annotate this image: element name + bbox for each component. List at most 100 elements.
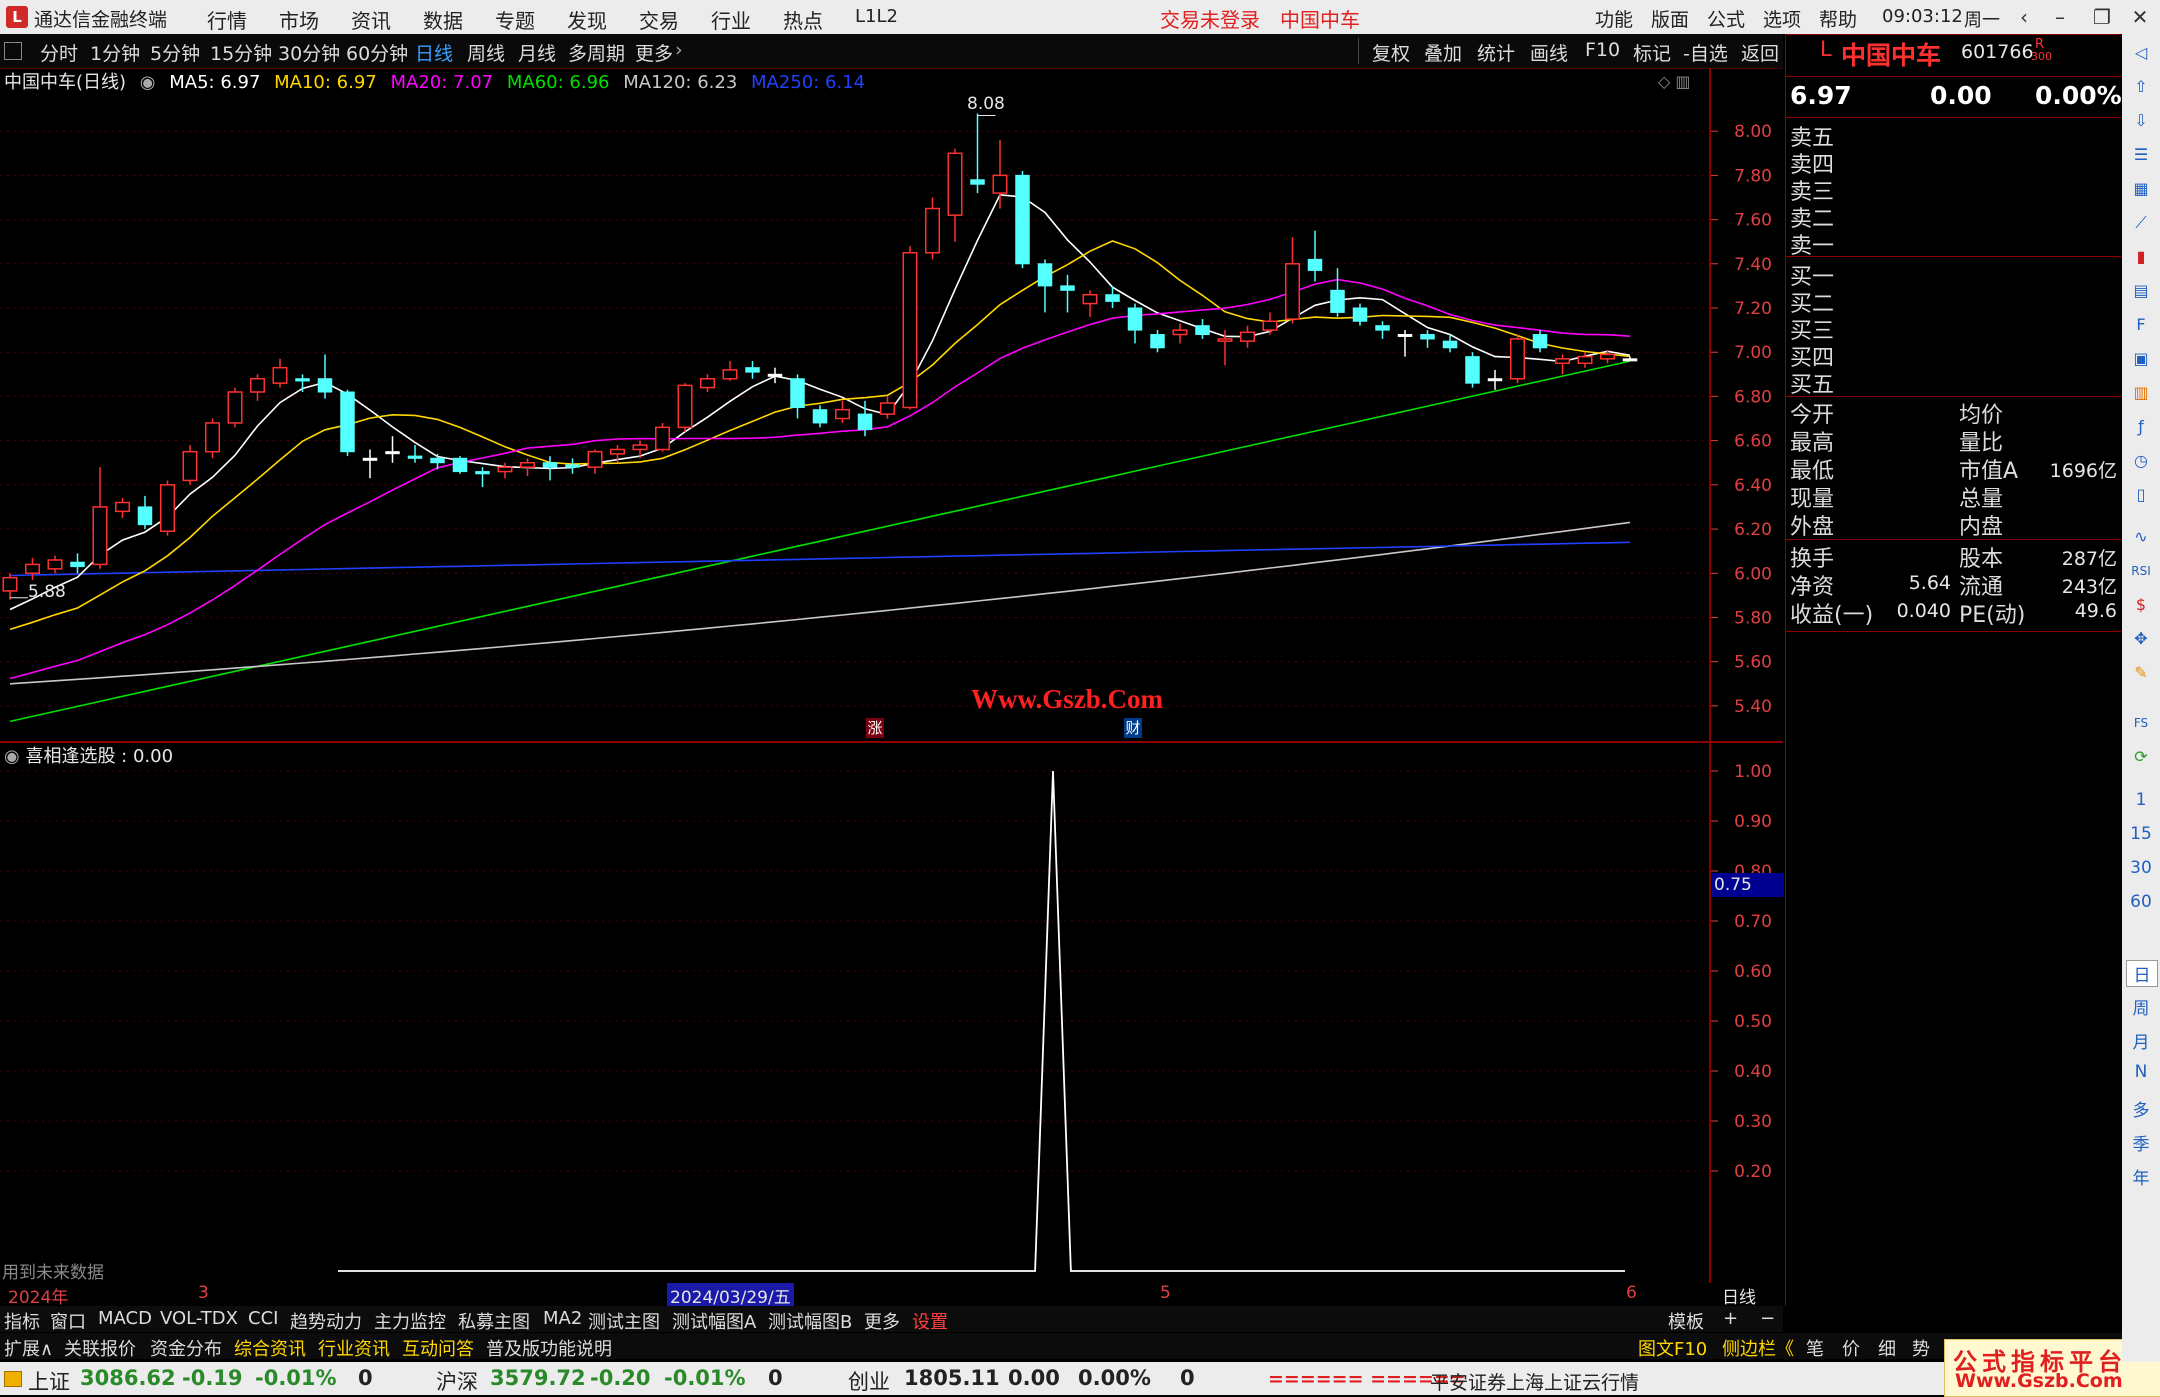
period-intraday[interactable]: 分时 — [40, 39, 78, 66]
toolbar-draw[interactable]: 画线 — [1530, 39, 1568, 66]
period-5min[interactable]: 5分钟 — [150, 39, 200, 66]
period-multi[interactable]: 多周期 — [568, 39, 625, 66]
f10-icon[interactable]: F — [2126, 312, 2156, 338]
index-hs-name[interactable]: 沪深 — [436, 1366, 478, 1396]
menu-item-hot[interactable]: 热点 — [783, 5, 823, 34]
vt-period-season[interactable]: 季 — [2126, 1130, 2156, 1155]
menu-item-industry[interactable]: 行业 — [711, 5, 751, 34]
toolbar-f10[interactable]: F10 — [1585, 39, 1620, 61]
menu-item-help[interactable]: 帮助 — [1819, 5, 1857, 32]
vt-period-month[interactable]: 月 — [2126, 1028, 2156, 1053]
menu-item-news[interactable]: 资讯 — [351, 5, 391, 34]
remove-window-button[interactable]: − — [1760, 1308, 1775, 1329]
tab-related-quotes[interactable]: 关联报价 — [64, 1335, 136, 1361]
tab-fund-distribution[interactable]: 资金分布 — [150, 1335, 222, 1361]
menu-item-quotes[interactable]: 行情 — [207, 5, 247, 34]
toolbar-mark[interactable]: 标记 — [1633, 39, 1671, 66]
menu-item-function[interactable]: 功能 — [1595, 5, 1633, 32]
vt-period-60[interactable]: 60 — [2126, 892, 2156, 912]
close-icon[interactable]: ✕ — [2124, 3, 2156, 31]
tab-feature-guide[interactable]: 普及版功能说明 — [486, 1335, 612, 1361]
event-marker-limit-up[interactable]: 涨 — [866, 718, 884, 738]
vt-period-multi[interactable]: 多 — [2126, 1096, 2156, 1121]
tab-expand[interactable]: 扩展∧ — [4, 1335, 53, 1361]
tab-macd[interactable]: MACD — [98, 1308, 152, 1329]
list-icon[interactable]: ☰ — [2126, 142, 2156, 168]
tab-window[interactable]: 窗口 — [50, 1308, 86, 1334]
refresh-icon[interactable]: ⟳ — [2126, 744, 2156, 770]
arrow-up-icon[interactable]: ⇧ — [2126, 74, 2156, 100]
menu-item-discover[interactable]: 发现 — [567, 5, 607, 34]
arrow-down-icon[interactable]: ⇩ — [2126, 108, 2156, 134]
rsi-icon[interactable]: RSI — [2126, 558, 2156, 584]
tab-f10-graphic[interactable]: 图文F10 — [1638, 1335, 1707, 1361]
candlestick-chart[interactable]: 8.00 7.80 7.60 7.40 7.20 7.00 6.80 6.60 6.40 6.20… — [0, 68, 1783, 743]
period-1min[interactable]: 1分钟 — [90, 39, 140, 66]
menu-item-formula[interactable]: 公式 — [1707, 5, 1745, 32]
toolbar-remove-watchlist[interactable]: -自选 — [1683, 39, 1728, 66]
chart-expand-icon[interactable]: ◇ ▥ — [1658, 72, 1691, 91]
menu-item-data[interactable]: 数据 — [423, 5, 463, 34]
menu-item-market[interactable]: 市场 — [279, 5, 319, 34]
tab-vol-tdx[interactable]: VOL-TDX — [160, 1308, 238, 1329]
period-15min[interactable]: 15分钟 — [210, 39, 272, 66]
menu-item-layout[interactable]: 版面 — [1651, 5, 1689, 32]
vt-period-n[interactable]: N — [2126, 1062, 2156, 1082]
move-icon[interactable]: ✥ — [2126, 626, 2156, 652]
tab-settings[interactable]: 设置 — [912, 1308, 948, 1334]
event-marker-finance[interactable]: 财 — [1124, 718, 1142, 738]
grid-icon[interactable]: ▦ — [2126, 176, 2156, 202]
indicator-chart[interactable]: 1.000.900.800.700.600.500.400.300.20 — [0, 741, 1783, 1283]
tab-test-main[interactable]: 测试主图 — [588, 1308, 660, 1334]
status-menu-icon[interactable] — [4, 1371, 22, 1387]
collapse-icon[interactable]: ◁ — [2126, 40, 2156, 66]
tab-cci[interactable]: CCI — [248, 1308, 278, 1329]
tab-ma2[interactable]: MA2 — [543, 1308, 582, 1329]
sidebar-toggle-icon[interactable] — [4, 42, 22, 60]
tab-indicator[interactable]: 指标 — [4, 1308, 40, 1334]
vt-period-1[interactable]: 1 — [2126, 790, 2156, 810]
tab-more[interactable]: 更多 — [864, 1308, 900, 1334]
wave-icon[interactable]: ∿ — [2126, 524, 2156, 550]
period-monthly[interactable]: 月线 — [518, 39, 556, 66]
vt-period-day[interactable]: 日 — [2126, 960, 2158, 987]
pen-icon[interactable]: ✎ — [2126, 660, 2156, 686]
image-icon[interactable]: ▣ — [2126, 346, 2156, 372]
menu-item-topics[interactable]: 专题 — [495, 5, 535, 34]
tab-general-news[interactable]: 综合资讯 — [234, 1335, 306, 1361]
toolbar-overlay[interactable]: 叠加 — [1424, 39, 1462, 66]
formula-icon[interactable]: ƒ — [2126, 414, 2156, 440]
tab-trend[interactable]: 势 — [1912, 1335, 1930, 1361]
doc-icon[interactable]: ▯ — [2126, 482, 2156, 508]
money-icon[interactable]: $ — [2126, 592, 2156, 618]
tab-private-fund[interactable]: 私募主图 — [458, 1308, 530, 1334]
calc-icon[interactable]: ▥ — [2126, 380, 2156, 406]
clock-icon[interactable]: ◷ — [2126, 448, 2156, 474]
tab-test-sub-a[interactable]: 测试幅图A — [672, 1308, 756, 1334]
indicator-settings-icon[interactable]: ◉ — [4, 746, 20, 767]
vt-period-15[interactable]: 15 — [2126, 824, 2156, 844]
period-30min[interactable]: 30分钟 — [278, 39, 340, 66]
tab-template[interactable]: 模板 — [1668, 1308, 1704, 1334]
vt-period-year[interactable]: 年 — [2126, 1164, 2156, 1189]
tab-detail[interactable]: 细 — [1878, 1335, 1896, 1361]
period-60min[interactable]: 60分钟 — [346, 39, 408, 66]
period-daily[interactable]: 日线 — [415, 39, 453, 66]
toolbar-adjust[interactable]: 复权 — [1372, 39, 1410, 66]
vt-period-week[interactable]: 周 — [2126, 994, 2156, 1019]
vt-period-30[interactable]: 30 — [2126, 858, 2156, 878]
login-status[interactable]: 交易未登录 — [1160, 4, 1260, 33]
add-window-button[interactable]: + — [1723, 1308, 1738, 1329]
menu-item-l1l2[interactable]: L1L2 — [855, 6, 898, 27]
broker-name[interactable]: 平安证券上海上证云行情 — [1430, 1368, 1639, 1395]
toolbar-back[interactable]: 返回 — [1741, 39, 1779, 66]
line-chart-icon[interactable]: ⟋ — [2126, 210, 2156, 236]
index-sh-name[interactable]: 上证 — [28, 1366, 70, 1396]
tab-qa[interactable]: 互动问答 — [402, 1335, 474, 1361]
tab-main-monitor[interactable]: 主力监控 — [374, 1308, 446, 1334]
candle-icon[interactable]: ▮ — [2126, 244, 2156, 270]
menu-item-trade[interactable]: 交易 — [639, 5, 679, 34]
fs-icon[interactable]: FS — [2126, 710, 2156, 736]
tab-tick[interactable]: 笔 — [1806, 1335, 1824, 1361]
tab-price[interactable]: 价 — [1842, 1335, 1860, 1361]
